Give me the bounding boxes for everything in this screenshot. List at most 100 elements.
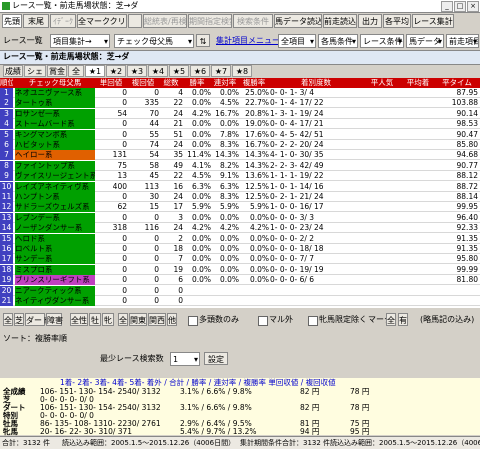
filter-prev-items[interactable]: 前走項目 <box>446 34 479 48</box>
tab-11[interactable]: ★8 <box>232 65 252 77</box>
table-row[interactable]: 10 レイズアネイティヴ系 400 113 16 6.3% 6.3% 12.5% 1- 0- 1… <box>0 181 480 192</box>
table-row[interactable]: 9 ヴァイスリージェント系 13 45 22 4.5% 9.1% 13.6% 1- 1- 1- … <box>0 171 480 182</box>
tab-7[interactable]: ★4 <box>148 65 168 77</box>
filter-toggle-15[interactable]: 全 <box>386 313 396 326</box>
toolbar-button-3[interactable]: 全マーククリア <box>77 14 127 28</box>
item-select[interactable]: 項目集計→ <box>50 34 110 48</box>
table-row[interactable]: 14 ノーザンダンサー系 318 116 24 4.2% 4.2% 4.2% 1- 0- 0- … <box>0 223 480 234</box>
tab-1[interactable]: シェア <box>24 65 46 88</box>
tab-3[interactable]: 全て <box>68 65 84 88</box>
filter-toggle-8[interactable]: 関東 <box>129 313 147 326</box>
filter-controls: ソート：複勝率順 最少レース検索数 1 設定 全芝ダート障害全性牡牝全関東関西他… <box>0 312 480 372</box>
tab-2[interactable]: 賞金 <box>47 65 67 77</box>
toolbar-button-0[interactable]: 先頭 <box>2 14 22 28</box>
toolbar-button-4[interactable] <box>128 14 142 28</box>
filter-toggle-2[interactable]: ダート <box>25 313 50 326</box>
cell-rank: 6 <box>0 140 13 150</box>
toolbar-button-7[interactable]: 検索条件 <box>233 14 273 28</box>
filter-toggle-7[interactable]: 全 <box>118 313 128 326</box>
toolbar-button-9[interactable]: 前走読込 <box>323 14 357 28</box>
cell-ren: 16.7% <box>215 108 239 118</box>
toolbar-button-12[interactable]: レース集計 <box>412 14 454 28</box>
filter-toggle-9[interactable]: 関西 <box>148 313 166 326</box>
column-header-name[interactable]: チェック母父馬 <box>15 78 95 88</box>
column-header-tan[interactable]: 単回値 <box>95 78 127 88</box>
filter-toggle-16[interactable]: 有 <box>398 313 408 326</box>
toolbar-button-11[interactable]: 各平均 <box>383 14 411 28</box>
table-row[interactable]: 12 サドラーズウェルズ系 62 15 17 5.9% 5.9% 5.9% 1- 0- 0- 1… <box>0 202 480 213</box>
tab-4[interactable]: ★1 <box>85 65 105 77</box>
checkbox-12[interactable] <box>258 316 268 326</box>
column-header-ren[interactable]: 連対率 <box>211 78 239 88</box>
toolbar-button-2[interactable]: ｲﾃﾞｰｸ <box>50 14 76 28</box>
table-row[interactable]: 4 ストームバード系 0 44 21 0.0% 0.0% 19.0% 0- 0- 4- 17/ … <box>0 119 480 130</box>
cell-fk: 5.9% <box>249 202 269 212</box>
tab-0[interactable]: 成績 <box>3 65 23 77</box>
close-icon[interactable]: × <box>467 1 479 12</box>
toolbar-button-10[interactable]: 出力 <box>358 14 382 28</box>
table-row[interactable]: 21 ネイティヴダンサー系 0 0 0 <box>0 296 480 306</box>
cell-tan: 0 <box>122 119 127 129</box>
table-row[interactable]: 15 ヘロド系 0 0 2 0.0% 0.0% 0.0% 0- 0- 0- 2/ 2 91.35 <box>0 233 480 244</box>
filter-toggle-5[interactable]: 牡 <box>89 313 101 326</box>
cell-dist: 4- 1- 0- 30/ 35 <box>270 150 324 160</box>
checkbox-13[interactable] <box>308 316 318 326</box>
table-row[interactable]: 13 レブンデー系 0 0 3 0.0% 0.0% 0.0% 0- 0- 0- 3/ 3 96.4… <box>0 212 480 223</box>
field-select[interactable]: チェック母父馬 <box>114 34 194 48</box>
filter-toggle-6[interactable]: 牝 <box>102 313 114 326</box>
filter-toggle-10[interactable]: 他 <box>167 313 177 326</box>
toolbar-button-5[interactable]: 総統表/再検索 <box>143 14 187 28</box>
column-header-dist[interactable]: 着別度数 <box>270 78 362 88</box>
filter-toggle-4[interactable]: 全性 <box>70 313 88 326</box>
tab-5[interactable]: ★2 <box>106 65 126 77</box>
filter-race-cond[interactable]: レース条件 <box>360 34 404 48</box>
table-row[interactable]: 16 ロベルト系 0 0 18 0.0% 0.0% 0.0% 0- 0- 0- 18/ 18 91… <box>0 244 480 254</box>
column-header-fk[interactable]: 複勝率 <box>239 78 269 88</box>
tab-8[interactable]: ★5 <box>169 65 189 77</box>
minimize-icon[interactable]: _ <box>441 1 453 12</box>
table-row[interactable]: 19 ブリンスリーギフト系 0 0 6 0.0% 0.0% 0.0% 0- 0- 0- 6/ 6… <box>0 275 480 286</box>
table-row[interactable]: 1 ネオユニヴァース系 0 0 4 0.0% 0.0% 25.0% 0- 0- 1- 3/ 4 8… <box>0 88 480 98</box>
table-row[interactable]: 7 ヘイロー系 131 54 35 11.4% 14.3% 14.3% 4- 1- 0- 30/… <box>0 150 480 161</box>
column-header-ninki[interactable]: 平人気 <box>364 78 400 88</box>
table-row[interactable]: 6 ハビタット系 0 74 24 0.0% 8.3% 16.7% 0- 2- 2- 20/ 24… <box>0 140 480 150</box>
cell-win: 0.0% <box>191 212 211 222</box>
column-header-rank[interactable]: 順位 <box>0 78 13 88</box>
filter-toggle-3[interactable]: 障害 <box>46 313 63 326</box>
filter-horse-cond[interactable]: 各馬条件 <box>318 34 358 48</box>
menu-link[interactable]: 集計項目メニュー <box>216 34 280 48</box>
toolbar-button-6[interactable]: 期間指定検索 <box>188 14 232 28</box>
filter-all-items[interactable]: 全項目 <box>278 34 316 48</box>
cell-rank: 2 <box>0 98 13 109</box>
toolbar-button-8[interactable]: 馬データ読込 <box>274 14 322 28</box>
filter-toggle-0[interactable]: 全 <box>3 313 13 326</box>
table-row[interactable]: 11 ハンプトン系 0 30 24 0.0% 8.3% 12.5% 0- 2- 1- 21/ 2… <box>0 192 480 202</box>
maximize-icon[interactable]: □ <box>454 1 466 12</box>
table-row[interactable]: 3 ロサンゼ一系 54 70 24 4.2% 16.7% 20.8% 1- 3- 1- 19/ … <box>0 108 480 119</box>
column-header-fuku[interactable]: 複回値 <box>127 78 159 88</box>
filter-horse-data[interactable]: 馬データ <box>406 34 444 48</box>
table-row[interactable]: 5 キングマンボ系 0 55 51 0.0% 7.8% 17.6% 0- 4- 5- 42/ 5… <box>0 129 480 140</box>
column-header-chaku[interactable]: 平均着 <box>400 78 436 88</box>
table-row[interactable]: 18 ミスプロ系 0 0 19 0.0% 0.0% 0.0% 0- 0- 0- 19/ 19 99… <box>0 264 480 275</box>
cell-tan: 0 <box>122 244 127 253</box>
up-down-arrows[interactable]: ⇅ <box>196 34 210 47</box>
cell-fk: 4.2% <box>249 223 269 233</box>
cell-name: ニアークティック系 <box>15 285 95 296</box>
tab-6[interactable]: ★3 <box>127 65 147 77</box>
column-header-n[interactable]: 総数 <box>159 78 183 88</box>
filter-toggle-1[interactable]: 芝 <box>14 313 24 326</box>
checkbox-11[interactable] <box>188 316 198 326</box>
min-races-input[interactable]: 1 <box>170 352 200 366</box>
cell-fuku: 15 <box>149 202 159 212</box>
column-header-win[interactable]: 勝率 <box>183 78 211 88</box>
toolbar-button-1[interactable]: 末尾 <box>23 14 49 28</box>
table-row[interactable]: 17 サンデー系 0 0 7 0.0% 0.0% 0.0% 0- 0- 0- 7/ 7 95.80 <box>0 254 480 265</box>
tab-9[interactable]: ★6 <box>190 65 210 77</box>
table-row[interactable]: 2 タートゥ系 0 335 22 0.0% 4.5% 22.7% 0- 1- 4- 17/ 22… <box>0 98 480 109</box>
set-button[interactable]: 設定 <box>204 352 228 365</box>
column-header-time[interactable]: 平タイム <box>436 78 478 88</box>
tab-10[interactable]: ★7 <box>211 65 231 77</box>
table-row[interactable]: 8 ファイントップ系 75 58 49 4.1% 8.2% 14.3% 2- 2- 3- 42/… <box>0 160 480 171</box>
table-row[interactable]: 20 ニアークティック系 0 0 0 <box>0 285 480 296</box>
